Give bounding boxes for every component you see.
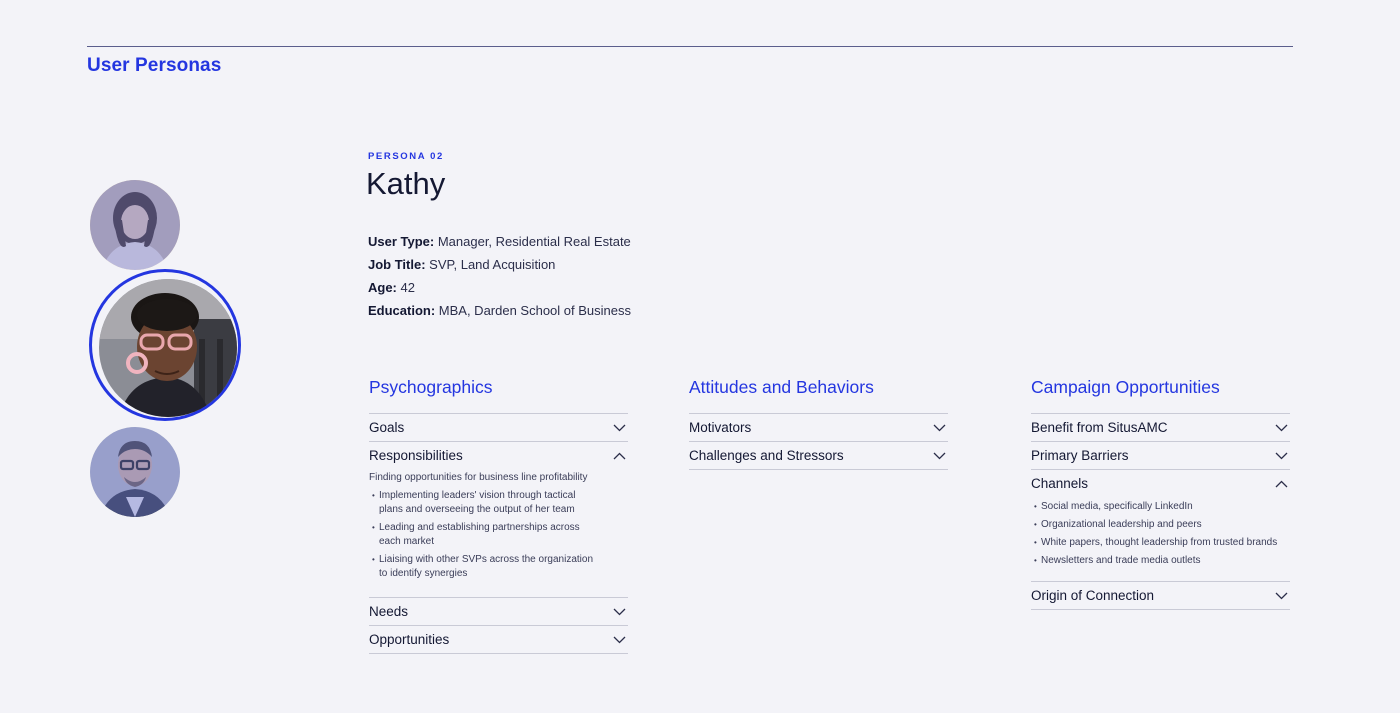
- info-value: 42: [396, 280, 415, 295]
- persona-avatar-3[interactable]: [90, 427, 180, 517]
- bullet-list: Implementing leaders' vision through tac…: [369, 489, 628, 581]
- accordion-label: Primary Barriers: [1031, 448, 1129, 463]
- accordion-item-benefit: Benefit from SitusAMC: [1031, 413, 1290, 441]
- accordion-header[interactable]: Benefit from SitusAMC: [1031, 414, 1290, 441]
- persona-name: Kathy: [366, 166, 446, 201]
- column-title: Psychographics: [369, 377, 493, 397]
- accordion-header[interactable]: Opportunities: [369, 626, 628, 653]
- accordion: Benefit from SitusAMC Primary Barriers C…: [1031, 413, 1290, 610]
- accordion: Motivators Challenges and Stressors: [689, 413, 948, 470]
- content-lead: Finding opportunities for business line …: [369, 472, 588, 483]
- accordion-label: Channels: [1031, 476, 1089, 491]
- accordion-header[interactable]: Needs: [369, 598, 628, 625]
- accordion-label: Motivators: [689, 420, 752, 435]
- accordion-item-challenges-stressors: Challenges and Stressors: [689, 441, 948, 470]
- persona-number-label: PERSONA 02: [368, 151, 444, 162]
- info-row-job-title: Job Title: SVP, Land Acquisition: [368, 253, 631, 276]
- accordion-label: Goals: [369, 420, 405, 435]
- chevron-down-icon: [612, 633, 626, 647]
- accordion-header[interactable]: Channels: [1031, 470, 1290, 497]
- accordion-item-channels: Channels Social media, specifically Link…: [1031, 469, 1290, 581]
- accordion-label: Origin of Connection: [1031, 588, 1155, 603]
- accordion-item-opportunities: Opportunities: [369, 625, 628, 654]
- accordion-content: Social media, specifically LinkedIn Orga…: [1031, 500, 1290, 581]
- accordion-item-primary-barriers: Primary Barriers: [1031, 441, 1290, 469]
- chevron-down-icon: [1274, 589, 1288, 603]
- accordion-item-responsibilities: Responsibilities Finding opportunities f…: [369, 441, 628, 597]
- accordion-header[interactable]: Origin of Connection: [1031, 582, 1290, 609]
- accordion-header[interactable]: Motivators: [689, 414, 948, 441]
- accordion-label: Opportunities: [369, 632, 450, 647]
- accordion-header[interactable]: Goals: [369, 414, 628, 441]
- accordion-content: Finding opportunities for business line …: [369, 472, 628, 597]
- column-attitudes-behaviors: Attitudes and Behaviors Motivators Chall…: [689, 376, 948, 470]
- accordion-item-origin-connection: Origin of Connection: [1031, 581, 1290, 610]
- info-value: Manager, Residential Real Estate: [434, 234, 631, 249]
- accordion-item-needs: Needs: [369, 597, 628, 625]
- top-divider: [87, 46, 1293, 47]
- info-row-user-type: User Type: Manager, Residential Real Est…: [368, 230, 631, 253]
- column-title: Attitudes and Behaviors: [689, 377, 874, 397]
- avatar-photo-woman-icon: [90, 180, 180, 270]
- chevron-down-icon: [1274, 449, 1288, 463]
- chevron-down-icon: [612, 421, 626, 435]
- info-row-education: Education: MBA, Darden School of Busines…: [368, 299, 631, 322]
- list-item: White papers, thought leadership from tr…: [1031, 536, 1290, 550]
- chevron-down-icon: [932, 449, 946, 463]
- accordion-header[interactable]: Responsibilities: [369, 442, 628, 469]
- info-key: Job Title:: [368, 257, 426, 272]
- info-key: Age:: [368, 280, 397, 295]
- persona-info: User Type: Manager, Residential Real Est…: [368, 230, 631, 322]
- bullet-list: Social media, specifically LinkedIn Orga…: [1031, 500, 1290, 568]
- info-key: Education:: [368, 303, 436, 318]
- accordion-header[interactable]: Primary Barriers: [1031, 442, 1290, 469]
- chevron-down-icon: [932, 421, 946, 435]
- accordion-label: Responsibilities: [369, 448, 463, 463]
- info-value: SVP, Land Acquisition: [425, 257, 556, 272]
- accordion-item-goals: Goals: [369, 413, 628, 441]
- persona-avatar-1[interactable]: [90, 180, 180, 270]
- list-item: Implementing leaders' vision through tac…: [369, 489, 594, 517]
- list-item: Leading and establishing partnerships ac…: [369, 521, 594, 549]
- accordion-header[interactable]: Challenges and Stressors: [689, 442, 948, 469]
- chevron-up-icon: [1274, 477, 1288, 491]
- column-campaign-opportunities: Campaign Opportunities Benefit from Situ…: [1031, 376, 1290, 610]
- avatar-photo-kathy-icon: [99, 279, 237, 417]
- info-value: MBA, Darden School of Business: [435, 303, 631, 318]
- page-title: User Personas: [87, 55, 222, 76]
- info-row-age: Age: 42: [368, 276, 631, 299]
- list-item: Newsletters and trade media outlets: [1031, 554, 1290, 568]
- chevron-down-icon: [612, 605, 626, 619]
- persona-avatar-2-selected[interactable]: [99, 279, 237, 417]
- chevron-down-icon: [1274, 421, 1288, 435]
- avatar-photo-man-icon: [90, 427, 180, 517]
- list-item: Social media, specifically LinkedIn: [1031, 500, 1290, 514]
- accordion-item-motivators: Motivators: [689, 413, 948, 441]
- accordion-label: Benefit from SitusAMC: [1031, 420, 1168, 435]
- info-key: User Type:: [368, 234, 435, 249]
- accordion-label: Challenges and Stressors: [689, 448, 844, 463]
- list-item: Liaising with other SVPs across the orga…: [369, 553, 594, 581]
- column-psychographics: Psychographics Goals Responsibilities Fi…: [369, 376, 628, 654]
- column-title: Campaign Opportunities: [1031, 377, 1220, 397]
- accordion-label: Needs: [369, 604, 409, 619]
- list-item: Organizational leadership and peers: [1031, 518, 1290, 532]
- accordion: Goals Responsibilities Finding opportuni…: [369, 413, 628, 654]
- chevron-up-icon: [612, 449, 626, 463]
